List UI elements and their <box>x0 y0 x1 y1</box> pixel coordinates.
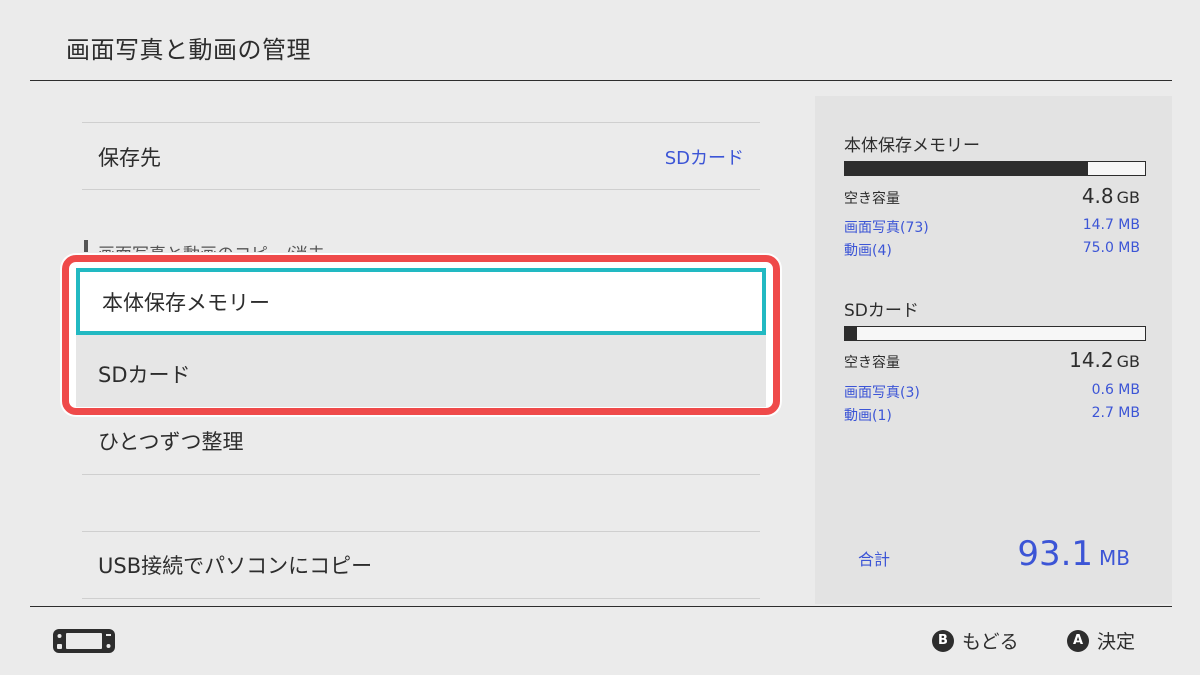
sd-storage-bar <box>844 326 1146 341</box>
sd-photos-row: 画面写真(3) 0.6 MB <box>844 382 1140 402</box>
option-label: SDカード <box>98 362 191 387</box>
internal-videos-row: 動画(4) 75.0 MB <box>844 240 1140 260</box>
videos-size: 75.0 MB <box>1082 240 1140 256</box>
videos-label: 動画(4) <box>844 243 892 259</box>
photos-size: 0.6 MB <box>1091 382 1140 398</box>
free-space-value: 4.8 GB <box>1081 184 1140 208</box>
section-marker <box>84 240 88 252</box>
internal-photos-row: 画面写真(73) 14.7 MB <box>844 217 1140 237</box>
free-space-label: 空き容量 <box>844 355 900 371</box>
sd-free-space-row: 空き容量 14.2 GB <box>844 348 1140 372</box>
a-button-icon: A <box>1067 629 1089 652</box>
menu-item-usb-copy[interactable]: USB接続でパソコンにコピー <box>82 532 760 598</box>
menu-item-save-location[interactable]: 保存先 SDカード <box>82 124 760 190</box>
section-heading-text: 画面写真と動画のコピー/消去 <box>98 240 325 252</box>
total-size-row: 合計 93.1 MB <box>858 534 1130 574</box>
back-action[interactable]: B もどる <box>932 627 1019 654</box>
photos-label: 画面写真(73) <box>844 220 929 236</box>
header-divider <box>30 80 1172 81</box>
header: 画面写真と動画の管理 <box>0 0 1200 82</box>
console-icon <box>53 629 115 653</box>
videos-label: 動画(1) <box>844 408 892 424</box>
confirm-label: 決定 <box>1097 631 1136 653</box>
save-location-value: SDカード <box>664 148 744 169</box>
internal-storage-title: 本体保存メモリー <box>844 136 980 156</box>
internal-free-space-row: 空き容量 4.8 GB <box>844 184 1140 208</box>
option-label: 本体保存メモリー <box>102 290 270 315</box>
section-heading-copy-delete: 画面写真と動画のコピー/消去 <box>84 238 384 252</box>
menu-divider <box>82 122 760 123</box>
confirm-action[interactable]: A 決定 <box>1067 627 1135 654</box>
photos-label: 画面写真(3) <box>844 385 920 401</box>
back-label: もどる <box>962 631 1019 653</box>
page-title: 画面写真と動画の管理 <box>66 36 311 64</box>
sd-storage-title: SDカード <box>844 301 919 321</box>
internal-storage-bar-fill <box>845 162 1088 175</box>
menu-divider <box>82 474 760 475</box>
videos-size: 2.7 MB <box>1091 405 1140 421</box>
option-sd-card[interactable]: SDカード <box>76 340 766 407</box>
save-location-label: 保存先 <box>98 146 161 170</box>
free-space-value: 14.2 GB <box>1069 348 1140 372</box>
menu-item-organize[interactable]: ひとつずつ整理 <box>82 408 760 474</box>
total-label: 合計 <box>858 550 891 569</box>
sd-videos-row: 動画(1) 2.7 MB <box>844 405 1140 425</box>
total-value: 93.1 MB <box>1017 534 1130 574</box>
usb-copy-label: USB接続でパソコンにコピー <box>98 554 373 578</box>
option-internal-memory[interactable]: 本体保存メモリー <box>76 268 766 335</box>
organize-label: ひとつずつ整理 <box>98 430 244 454</box>
menu-divider <box>82 598 760 599</box>
photos-size: 14.7 MB <box>1082 217 1140 233</box>
footer-divider <box>30 606 1172 607</box>
free-space-label: 空き容量 <box>844 191 900 207</box>
menu-divider <box>82 189 760 190</box>
b-button-icon: B <box>932 629 954 652</box>
internal-storage-bar <box>844 161 1146 176</box>
sd-storage-bar-fill <box>845 327 857 340</box>
